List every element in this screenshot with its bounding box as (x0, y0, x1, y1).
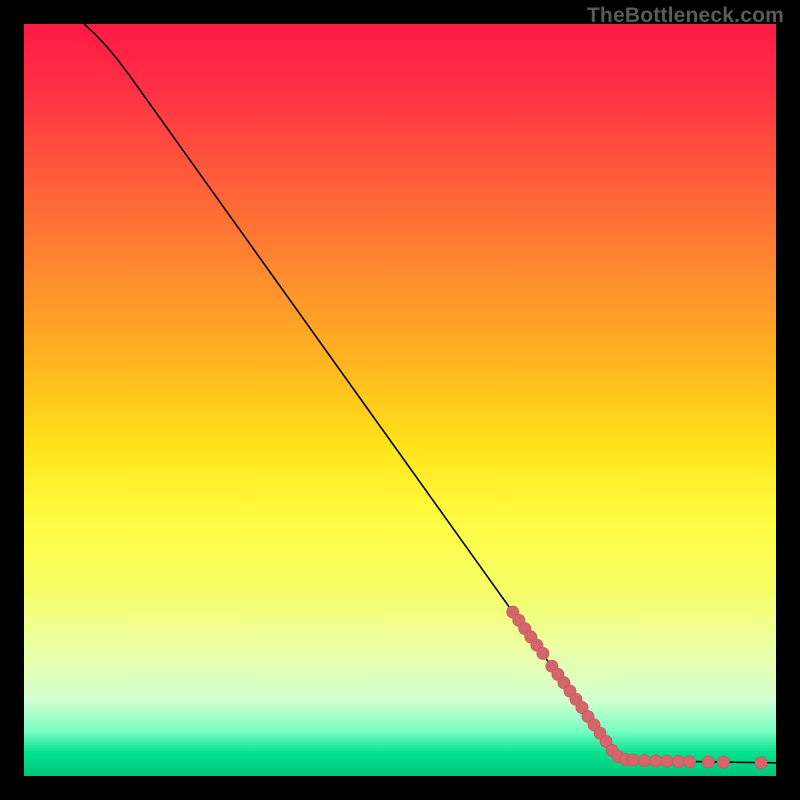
data-point (627, 754, 639, 766)
data-point (661, 755, 673, 767)
data-point (537, 647, 549, 659)
bottleneck-curve (84, 24, 776, 763)
data-point (755, 757, 767, 769)
data-point (702, 756, 714, 768)
chart-svg (24, 24, 776, 776)
data-point (672, 755, 684, 767)
plot-area (24, 24, 776, 776)
marker-group (507, 606, 767, 769)
chart-frame: TheBottleneck.com (0, 0, 800, 800)
data-point (684, 756, 696, 768)
data-point (717, 756, 729, 768)
data-point (638, 755, 650, 767)
data-point (650, 755, 662, 767)
